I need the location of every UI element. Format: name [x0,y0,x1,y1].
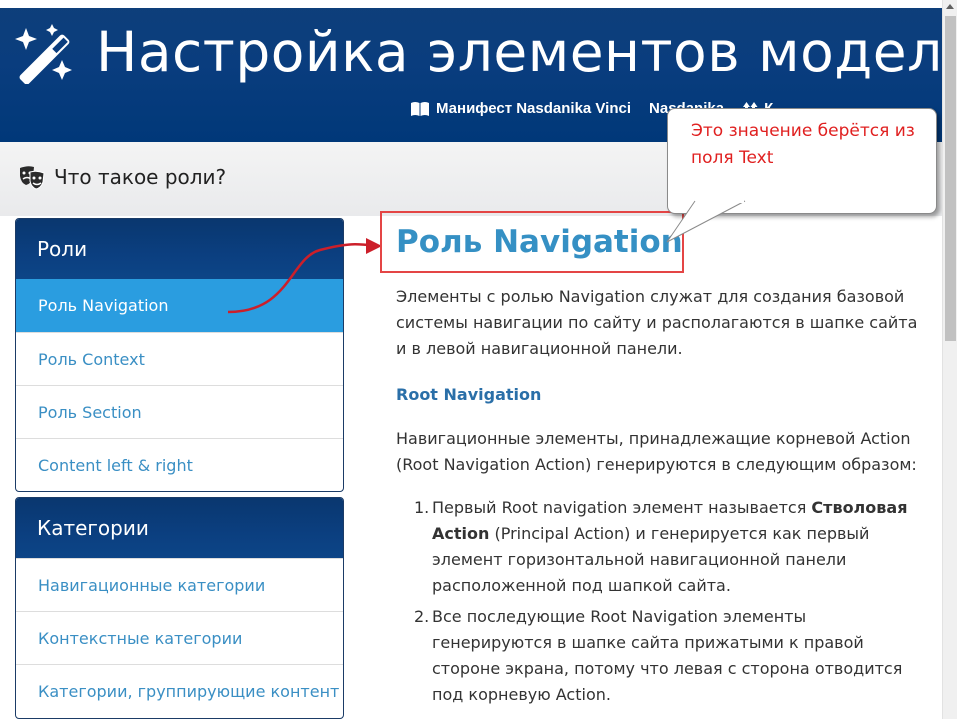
sidebar-item-context-categories[interactable]: Контекстные категории [16,611,343,664]
callout-text: Это значение берётся из поля Text [691,121,915,168]
page-title: Роль Navigation [396,224,683,260]
list-item-number: 1. [414,498,430,517]
sidebar-item-role-context[interactable]: Роль Context [16,332,343,385]
book-icon [411,101,429,116]
sidebar-item-navigation-categories[interactable]: Навигационные категории [16,558,343,611]
callout-tail [666,200,746,243]
ordered-list-continued: 2. Все последующие Root Navigation элеме… [396,604,926,714]
page-scrollbar[interactable] [942,0,957,719]
list-item-text: Первый Root navigation элемент называетс… [432,498,812,517]
section-title-root-navigation: Root Navigation [396,385,542,404]
sidebar-item-role-section[interactable]: Роль Section [16,385,343,438]
categories-panel: Категории Навигационные категории Контек… [15,497,344,719]
magic-wand-icon [15,24,72,84]
list-item: 2. Все последующие Root Navigation элеме… [396,604,926,708]
window-top-edge [0,0,942,8]
what-are-roles-label: Что такое роли? [54,165,227,189]
theater-masks-icon [20,166,45,190]
sidebar-item-content-left-right[interactable]: Content left & right [16,438,343,491]
list-item-number: 2. [414,607,430,626]
list-item-text-after: (Principal Action) и генерируется как пе… [432,524,870,595]
section-paragraph: Навигационные элементы, принадлежащие ко… [396,429,917,474]
scrollbar-thumb[interactable] [945,16,956,341]
categories-panel-title: Категории [16,498,343,558]
header-link-label: Манифест Nasdanika Vinci [436,100,632,117]
header-link-manifest[interactable]: Манифест Nasdanika Vinci [410,100,631,117]
what-are-roles-link[interactable]: Что такое роли? [18,164,226,190]
site-title: Настройка элементов модели [96,20,957,84]
list-item-text: Все последующие Root Navigation элементы… [432,607,903,704]
ordered-list: 1. Первый Root navigation элемент называ… [396,495,926,605]
sidebar-item-content-grouping-categories[interactable]: Категории, группирующие контент [16,664,343,717]
annotation-arrow [227,238,382,314]
list-item: 1. Первый Root navigation элемент называ… [396,495,926,599]
intro-paragraph: Элементы с ролью Navigation служат для с… [396,287,918,358]
scroll-up-arrow-icon[interactable] [946,4,954,9]
